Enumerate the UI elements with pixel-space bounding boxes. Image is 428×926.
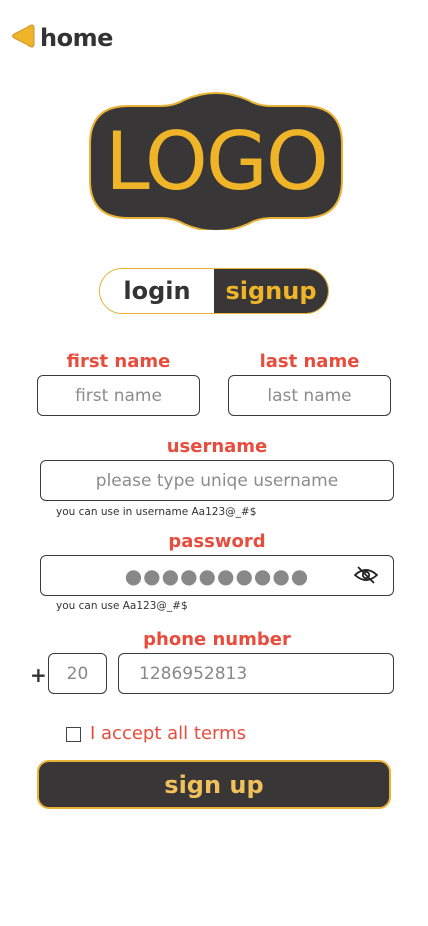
username-input[interactable] [40,460,394,501]
username-label: username [166,436,268,457]
terms-checkbox[interactable] [66,727,81,742]
first-name-input[interactable] [37,375,200,416]
logo-text: LOGO [105,114,329,208]
eye-slash-icon[interactable] [353,566,379,588]
page-title: home [40,24,113,52]
password-input[interactable]: ●●●●●●●●●● [40,555,394,596]
password-masked-value: ●●●●●●●●●● [124,563,310,588]
phone-label: phone number [143,629,291,650]
country-code-input[interactable]: 20 [48,653,107,694]
terms-label: I accept all terms [90,723,247,744]
password-hint: you can use Aa123@_#$ [56,600,188,612]
sign-up-button[interactable]: sign up [37,760,391,809]
tab-login[interactable]: login [100,269,214,313]
first-name-label: first name [66,351,171,372]
phone-number-value: 1286952813 [139,663,248,684]
last-name-input[interactable] [228,375,391,416]
password-label: password [168,531,266,552]
phone-number-input[interactable]: 1286952813 [118,653,394,694]
tab-signup[interactable]: signup [214,269,328,313]
last-name-label: last name [259,351,360,372]
username-hint: you can use in username Aa123@_#$ [56,506,257,518]
country-code-value: 20 [66,663,89,684]
phone-plus-sign: + [30,663,47,687]
home-back-link[interactable]: home [10,22,113,54]
auth-mode-toggle: login signup [99,268,329,314]
back-arrow-icon [10,22,36,54]
logo: LOGO [88,92,344,230]
